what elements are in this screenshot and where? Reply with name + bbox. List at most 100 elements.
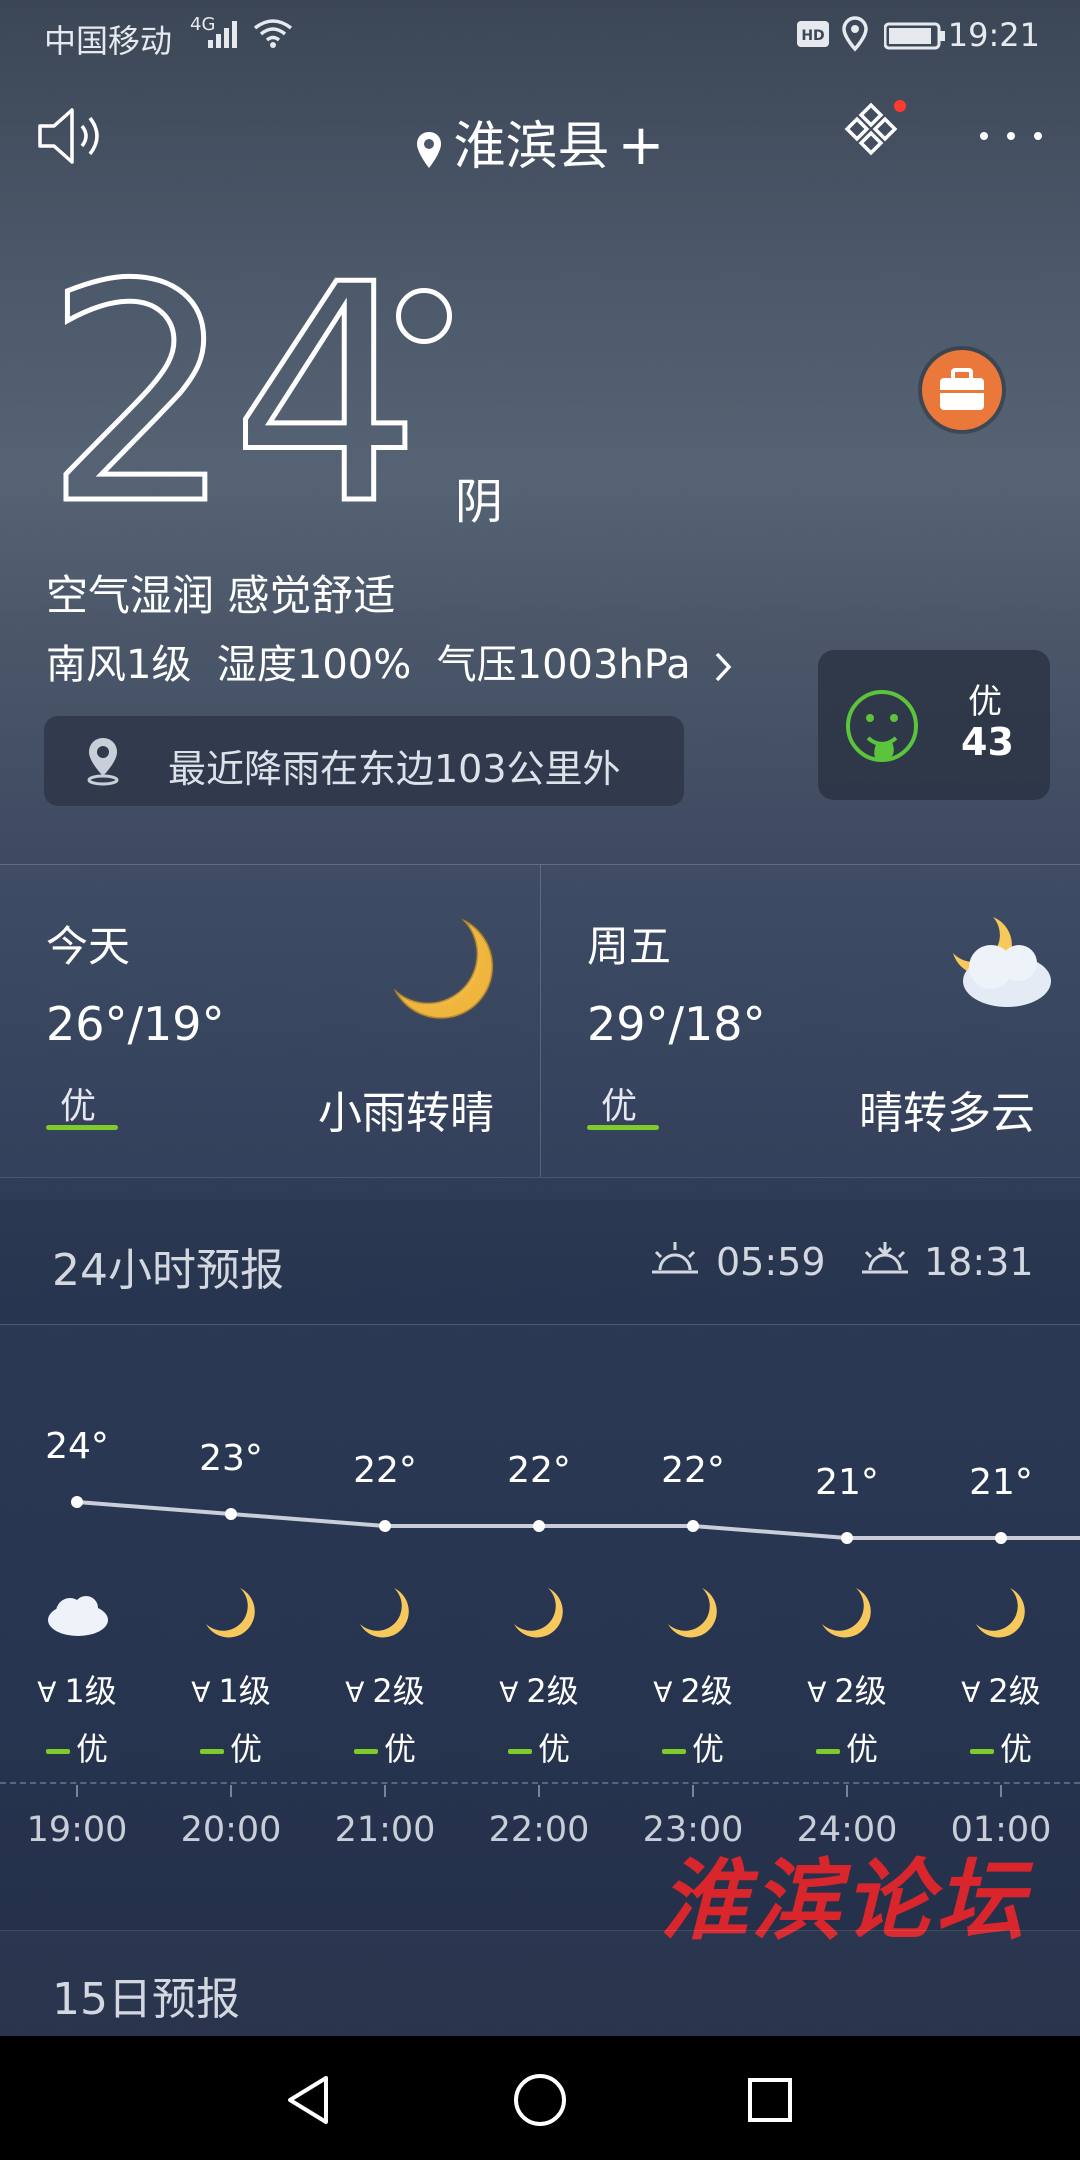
tomorrow-card[interactable]: 周五 29°/18° 优 晴转多云 [540,865,1080,1177]
battery-icon [884,22,945,50]
fifteen-day-title: 15日预报 [52,1974,240,2025]
hour-temp: 24° [45,1426,109,1467]
hour-aqi: 优 [616,1724,770,1770]
travel-button[interactable] [922,350,1002,430]
wind-direction-icon: ∀ [37,1676,57,1709]
moon-icon [668,1588,717,1638]
wind-direction-icon: ∀ [961,1676,981,1709]
aqi-dash [45,1748,70,1754]
aqi-dash [353,1748,378,1754]
hour-wind: ∀ 2级 [924,1666,1078,1712]
hour-time: 21:00 [334,1810,436,1850]
hour-wind: ∀ 2级 [770,1666,924,1712]
aqi-level: 优 [229,1730,262,1768]
city-title[interactable]: 淮滨县 + [0,104,1080,179]
wind-level: 2级 [526,1672,579,1710]
air-quality-bar [46,1125,118,1130]
hour-wind: ∀ 1级 [0,1666,154,1712]
temp-point [533,1520,545,1532]
moon-icon [976,1588,1025,1638]
air-quality-bar [587,1125,659,1130]
hour-aqi: 优 [0,1724,154,1770]
fifteen-day-forecast-header[interactable]: 15日预报 [0,1930,1080,2037]
hour-aqi: 优 [924,1724,1078,1770]
wind-level: 2级 [834,1672,887,1710]
back-icon[interactable] [284,2074,332,2126]
aqi-level: 优 [75,1730,108,1768]
hour-time: 20:00 [180,1810,282,1850]
carrier-label: 中国移动 [44,22,173,60]
more-menu-button[interactable] [976,116,1046,156]
clock: 19:21 [947,16,1040,54]
hour-wind: ∀ 2级 [462,1666,616,1712]
hour-temp: 21° [815,1462,879,1503]
temp-point [687,1520,699,1532]
status-bar: 中国移动 4G HD 19:21 [0,0,1080,72]
cloud-icon [48,1596,108,1636]
hour-temp: 22° [353,1450,417,1491]
current-condition: 阴 [455,474,504,530]
aqi-value: 43 [961,720,1014,764]
city-name: 淮滨县 [453,117,610,177]
moon-icon [822,1588,871,1638]
wind-direction-icon: ∀ [807,1676,827,1709]
recents-icon[interactable] [746,2076,794,2124]
hour-aqi: 优 [770,1724,924,1770]
hour-tick [76,1785,78,1797]
add-city-icon[interactable]: + [618,113,665,178]
weather-details-link[interactable]: 南风1级 湿度100% 气压1003hPa [46,632,735,690]
system-nav-bar [0,2036,1080,2160]
wind-level: 2级 [680,1672,733,1710]
hour-wind: ∀ 2级 [616,1666,770,1712]
aqi-dash [199,1748,224,1754]
hour-temp: 23° [199,1438,263,1479]
hour-aqi: 优 [154,1724,308,1770]
aqi-dash [969,1748,994,1754]
hour-tick [230,1785,232,1797]
wind-direction-icon: ∀ [345,1676,365,1709]
wind-level: 2级 [372,1672,425,1710]
hour-aqi: 优 [308,1724,462,1770]
moon-icon [392,917,495,1021]
daily-summary: 今天 26°/19° 优 小雨转晴 周五 29°/18° 优 晴转多云 [0,864,1080,1178]
location-status-icon [842,16,868,52]
hour-time: 19:00 [26,1810,128,1850]
partly-cloudy-night-icon [953,917,1051,1007]
air-quality-label: 优 [60,1086,97,1127]
wind-level: 1级 [218,1672,271,1710]
hour-tick [1000,1785,1002,1797]
grid-diamond-icon [844,100,906,156]
aqi-level: 优 [691,1730,724,1768]
rain-notice[interactable]: 最近降雨在东边103公里外 [44,716,684,806]
degree-symbol [396,288,452,344]
hd-icon: HD [797,21,829,47]
today-card[interactable]: 今天 26°/19° 优 小雨转晴 [0,865,540,1177]
hour-tick [384,1785,386,1797]
aqi-dash [815,1748,840,1754]
wifi-icon [253,19,293,48]
aqi-level: 优 [537,1730,570,1768]
rain-notice-text: 最近降雨在东边103公里外 [168,747,621,791]
temp-point [379,1520,391,1532]
temp-point [71,1496,83,1508]
aqi-card[interactable]: 优 43 [818,650,1050,800]
wind-direction-icon: ∀ [499,1676,519,1709]
current-temperature: 24 [42,221,425,570]
briefcase-icon [940,368,984,410]
aqi-dash [507,1748,532,1754]
map-pin-icon [87,738,119,786]
aqi-dash [661,1748,686,1754]
hour-tick [692,1785,694,1797]
wind-level: 2级 [988,1672,1041,1710]
temp-point [841,1532,853,1544]
hour-aqi: 优 [462,1724,616,1770]
wind-level: 1级 [64,1672,117,1710]
chevron-right-icon [716,652,732,682]
home-icon[interactable] [512,2072,568,2128]
sunrise-icon [652,1242,698,1274]
hour-wind: ∀ 2级 [308,1666,462,1712]
hour-tick [538,1785,540,1797]
apps-button[interactable] [840,100,912,172]
temp-point [995,1532,1007,1544]
aqi-level: 优 [968,682,1002,722]
